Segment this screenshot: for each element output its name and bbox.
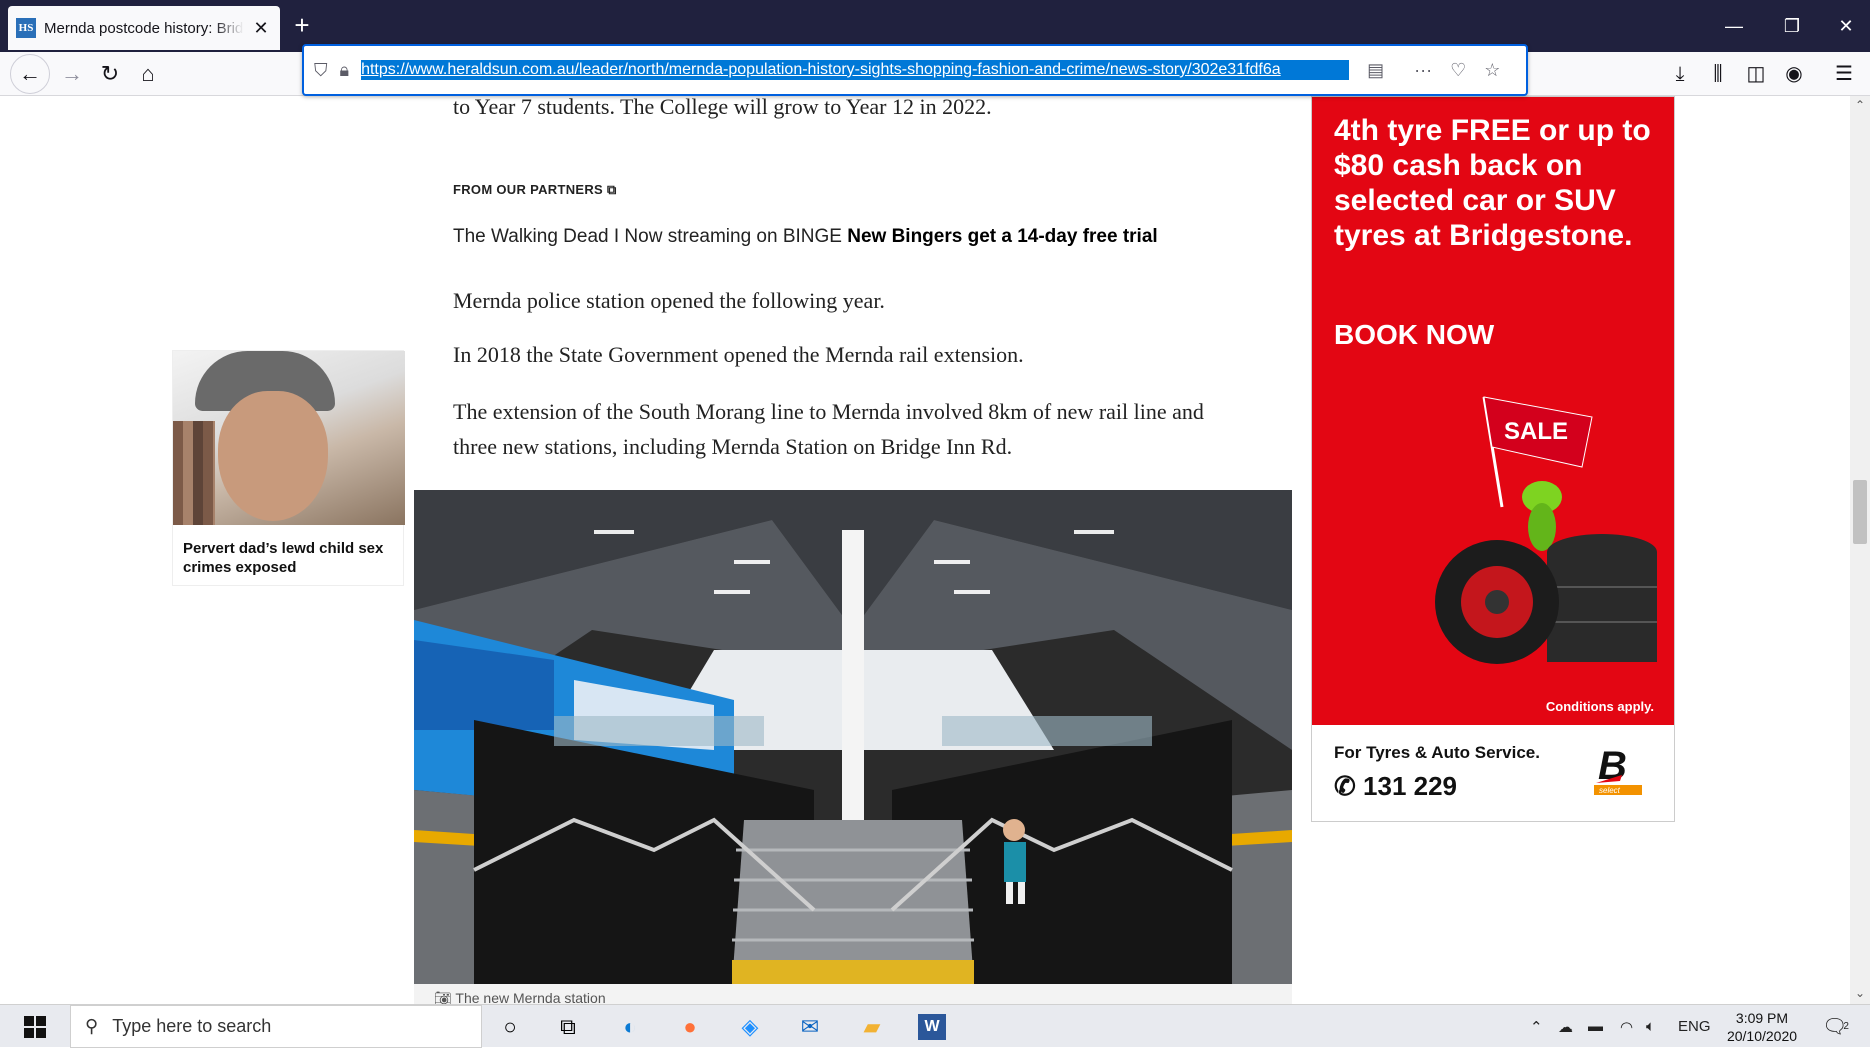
page-scrollbar[interactable]: ⌃ ⌄ <box>1850 96 1870 1004</box>
back-icon[interactable]: ← <box>10 54 50 94</box>
edge-icon[interactable]: ◐ <box>608 1009 652 1045</box>
cortana-icon[interactable]: ○ <box>488 1009 532 1045</box>
reload-icon[interactable]: ↻ <box>92 56 128 92</box>
ad-sale-flag: SALE <box>1504 418 1568 445</box>
show-hidden-icons[interactable]: ⌃ <box>1530 1005 1543 1048</box>
related-story-image <box>173 351 405 525</box>
notifications-icon[interactable]: 🗨︎ 2 <box>1822 1005 1849 1048</box>
ad-headline: 4th tyre FREE or up to $80 cash back on … <box>1334 114 1651 252</box>
related-story-headline[interactable]: Pervert dad’s lewd child sex crimes expo… <box>173 525 403 591</box>
partners-link[interactable]: The Walking Dead I Now streaming on BING… <box>453 226 1158 248</box>
favicon: HS <box>16 18 36 38</box>
partners-label[interactable]: FROM OUR PARTNERS ⧉ <box>453 182 617 198</box>
new-tab-button[interactable]: + <box>286 10 318 42</box>
safari-icon[interactable]: ◈ <box>728 1009 772 1045</box>
camera-icon: 📷︎ <box>434 990 452 1004</box>
menu-icon[interactable]: ☰ <box>1828 58 1860 90</box>
shield-icon[interactable]: ⛉ <box>314 60 328 81</box>
phone-icon: ✆ <box>1334 771 1356 801</box>
word-icon[interactable]: W <box>910 1009 954 1045</box>
windows-icon <box>24 1015 46 1038</box>
firefox-icon[interactable]: ● <box>668 1009 712 1045</box>
url-text[interactable]: https://www.heraldsun.com.au/leader/nort… <box>361 60 1350 80</box>
downloads-icon[interactable]: ⤓ <box>1664 58 1696 90</box>
sidebar-icon[interactable]: ◫ <box>1740 58 1772 90</box>
bridgestone-logo-icon: B select <box>1594 744 1642 795</box>
tab-active[interactable]: HS Mernda postcode history: Bridge Inn R… <box>8 6 280 50</box>
battery-icon[interactable]: ▬ <box>1588 1005 1603 1048</box>
pocket-icon[interactable]: ♡ <box>1450 60 1466 81</box>
page-actions-icon[interactable]: ··· <box>1414 60 1432 81</box>
taskbar: ⚲ Type here to search ○ ⧉ ◐ ● ◈ ✉ ▰ W ⌃ … <box>0 1004 1870 1048</box>
page-content: to Year 7 students. The College will gro… <box>0 96 1870 1004</box>
volume-icon[interactable]: 🔈︎ <box>1646 1005 1655 1048</box>
article-paragraph: In 2018 the State Government opened the … <box>453 342 1024 367</box>
wifi-icon[interactable]: ◠ <box>1620 1005 1633 1048</box>
ad-conditions: Conditions apply. <box>1545 699 1654 714</box>
scrollbar-thumb[interactable] <box>1853 480 1867 544</box>
tab-title: Mernda postcode history: Bridge Inn Rd <box>44 19 244 37</box>
advertisement[interactable]: 4th tyre FREE or up to $80 cash back on … <box>1311 96 1675 822</box>
account-icon[interactable]: ◉ <box>1778 58 1810 90</box>
article-paragraph: The extension of the South Morang line t… <box>453 399 1204 459</box>
onedrive-icon[interactable]: ☁ <box>1558 1005 1573 1048</box>
article-photo <box>414 490 1292 984</box>
article-paragraph: to Year 7 students. The College will gro… <box>453 96 992 119</box>
home-icon[interactable]: ⌂ <box>130 56 166 92</box>
ad-phone[interactable]: ✆ 131 229 <box>1334 771 1457 802</box>
ad-footer: For Tyres & Auto Service. ✆ 131 229 B se… <box>1312 725 1674 821</box>
reader-view-icon[interactable]: ▤ <box>1367 60 1384 81</box>
language-indicator[interactable]: ENG <box>1678 1005 1711 1048</box>
restore-icon[interactable]: ❐ <box>1772 10 1812 42</box>
scroll-up-icon[interactable]: ⌃ <box>1850 98 1870 112</box>
external-link-icon: ⧉ <box>606 182 617 197</box>
url-bar[interactable]: ⛉ 🔒︎ https://www.heraldsun.com.au/leader… <box>302 44 1528 96</box>
taskbar-search[interactable]: ⚲ Type here to search <box>70 1005 482 1048</box>
library-icon[interactable]: ⫼ <box>1702 58 1734 90</box>
clock[interactable]: 3:09 PM 20/10/2020 <box>1716 1009 1808 1045</box>
article-paragraph: Mernda police station opened the followi… <box>453 288 885 313</box>
start-button[interactable] <box>0 1005 70 1048</box>
minimize-icon[interactable]: — <box>1714 10 1754 42</box>
forward-icon[interactable]: → <box>54 56 90 92</box>
ad-service-text: For Tyres & Auto Service. <box>1334 743 1540 762</box>
close-window-icon[interactable]: ✕ <box>1826 10 1866 42</box>
mail-icon[interactable]: ✉ <box>788 1009 832 1045</box>
related-story-card[interactable]: Pervert dad’s lewd child sex crimes expo… <box>172 350 405 586</box>
ad-illustration: SALE <box>1435 396 1657 664</box>
file-explorer-icon[interactable]: ▰ <box>850 1009 894 1045</box>
ad-book-now[interactable]: BOOK NOW <box>1334 319 1494 351</box>
svg-text:select: select <box>1599 786 1621 795</box>
close-tab-icon[interactable]: ✕ <box>250 18 272 39</box>
search-icon: ⚲ <box>85 1016 99 1036</box>
bookmark-star-icon[interactable]: ☆ <box>1484 60 1500 81</box>
photo-caption: 📷︎ The new Mernda station <box>414 984 1292 1004</box>
lock-icon[interactable]: 🔒︎ <box>340 60 350 81</box>
scroll-down-icon[interactable]: ⌄ <box>1850 986 1870 1000</box>
task-view-icon[interactable]: ⧉ <box>546 1009 590 1045</box>
